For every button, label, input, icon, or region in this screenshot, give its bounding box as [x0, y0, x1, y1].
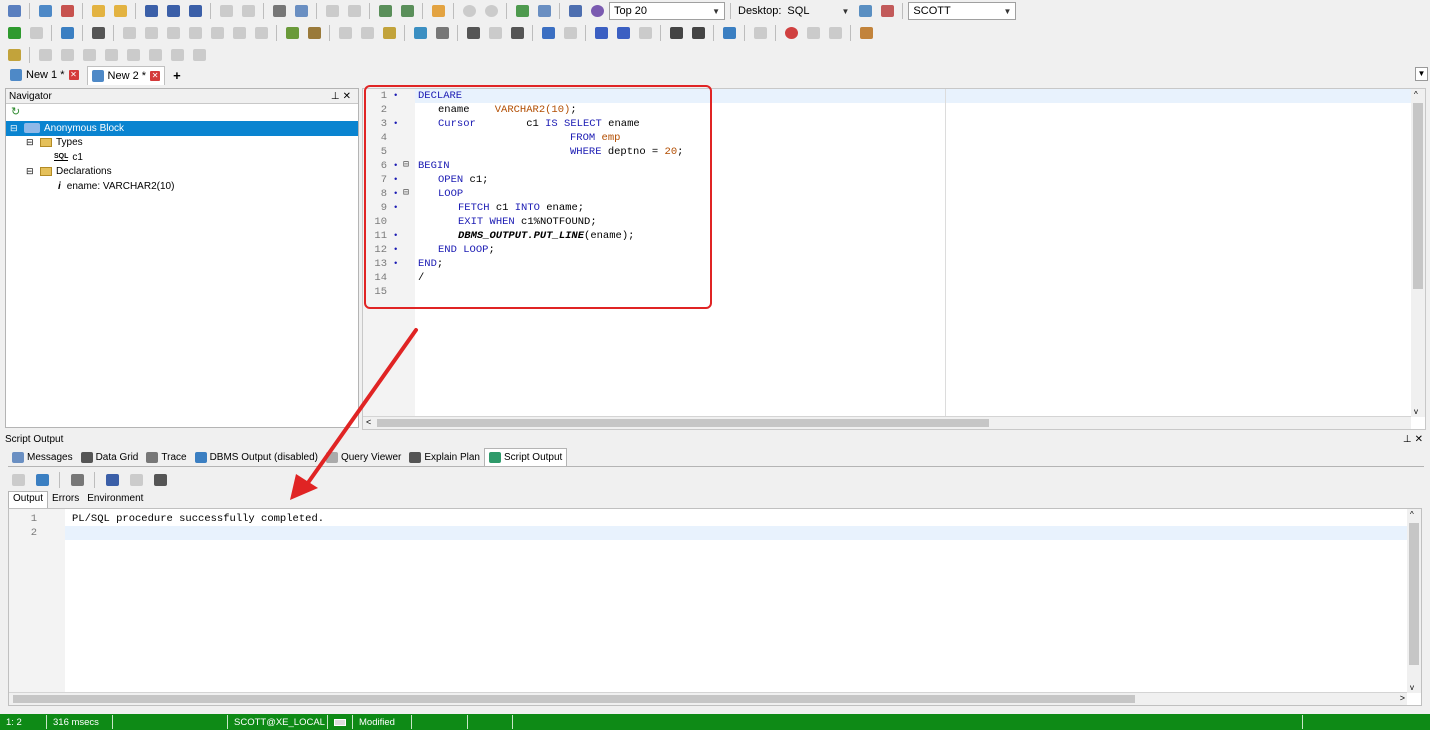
- status-bar: 1: 2 316 msecs SCOTT@XE_LOCAL Modified: [0, 714, 1430, 730]
- status-empty-5: [1303, 715, 1428, 729]
- status-empty-3: [468, 715, 513, 729]
- status-cursor-position: 1: 2: [0, 715, 47, 729]
- status-db-icon: [328, 715, 353, 729]
- status-modified: Modified: [353, 715, 412, 729]
- status-empty-2: [412, 715, 468, 729]
- status-empty-4: [513, 715, 1303, 729]
- status-empty-1: [113, 715, 228, 729]
- status-connection: SCOTT@XE_LOCAL: [228, 715, 328, 729]
- status-exec-time: 316 msecs: [47, 715, 113, 729]
- annotation-arrow: [290, 328, 418, 500]
- app-window: Top 20 ▼ Desktop: SQL ▼ SCOTT ▼ New 1 * …: [0, 0, 1430, 730]
